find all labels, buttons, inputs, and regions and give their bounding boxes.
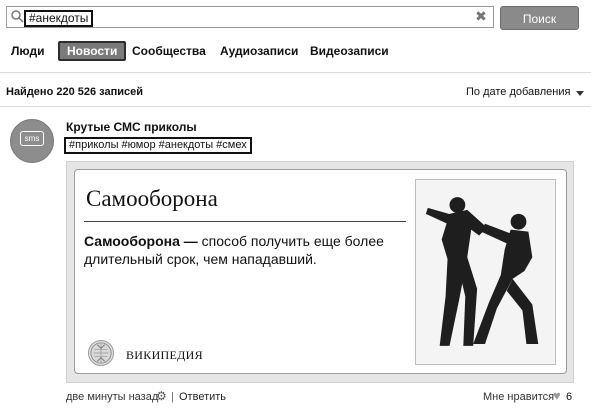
- results-count: Найдено 220 526 записей: [6, 86, 144, 98]
- sort-label: По дате добавления: [466, 86, 571, 98]
- search-button[interactable]: Поиск: [500, 6, 579, 30]
- card-description: Самооборона — способ получить еще более …: [84, 232, 406, 268]
- like-label[interactable]: Мне нравится: [483, 391, 554, 403]
- separator: |: [171, 391, 174, 403]
- post-timestamp[interactable]: две минуты назад: [66, 391, 158, 403]
- card-description-term: Самооборона —: [84, 233, 198, 249]
- search-query-text[interactable]: #анекдоты: [24, 10, 94, 27]
- reply-link[interactable]: Ответить: [179, 391, 226, 403]
- sort-dropdown[interactable]: По дате добавления: [466, 86, 585, 98]
- like-count: 6: [566, 391, 573, 403]
- heart-icon[interactable]: ♥: [553, 389, 561, 402]
- search-icon: [11, 10, 24, 23]
- card-divider: [84, 221, 406, 222]
- tab-communities[interactable]: Сообщества: [132, 41, 206, 61]
- avatar-sms-label: sms: [20, 131, 44, 146]
- card-title: Самооборона: [86, 186, 218, 211]
- chevron-down-icon: [576, 90, 585, 96]
- wikipedia-logo-icon: [88, 340, 114, 366]
- source-name: ВИКИПЕДИЯ: [126, 348, 203, 362]
- post-author-link[interactable]: Крутые СМС приколы: [66, 120, 197, 134]
- divider: [0, 72, 591, 73]
- tab-video[interactable]: Видеозаписи: [310, 41, 389, 61]
- tab-audio[interactable]: Аудиозаписи: [220, 41, 298, 61]
- post-hashtags[interactable]: #приколы #юмор #анекдоты #смех: [64, 137, 252, 154]
- tab-people[interactable]: Люди: [11, 41, 45, 61]
- gear-icon[interactable]: ⚙: [156, 390, 168, 402]
- tab-news[interactable]: Новости: [58, 41, 127, 61]
- close-icon[interactable]: ✖: [474, 9, 488, 23]
- divider: [0, 106, 591, 107]
- card-photo-fight: [415, 179, 556, 365]
